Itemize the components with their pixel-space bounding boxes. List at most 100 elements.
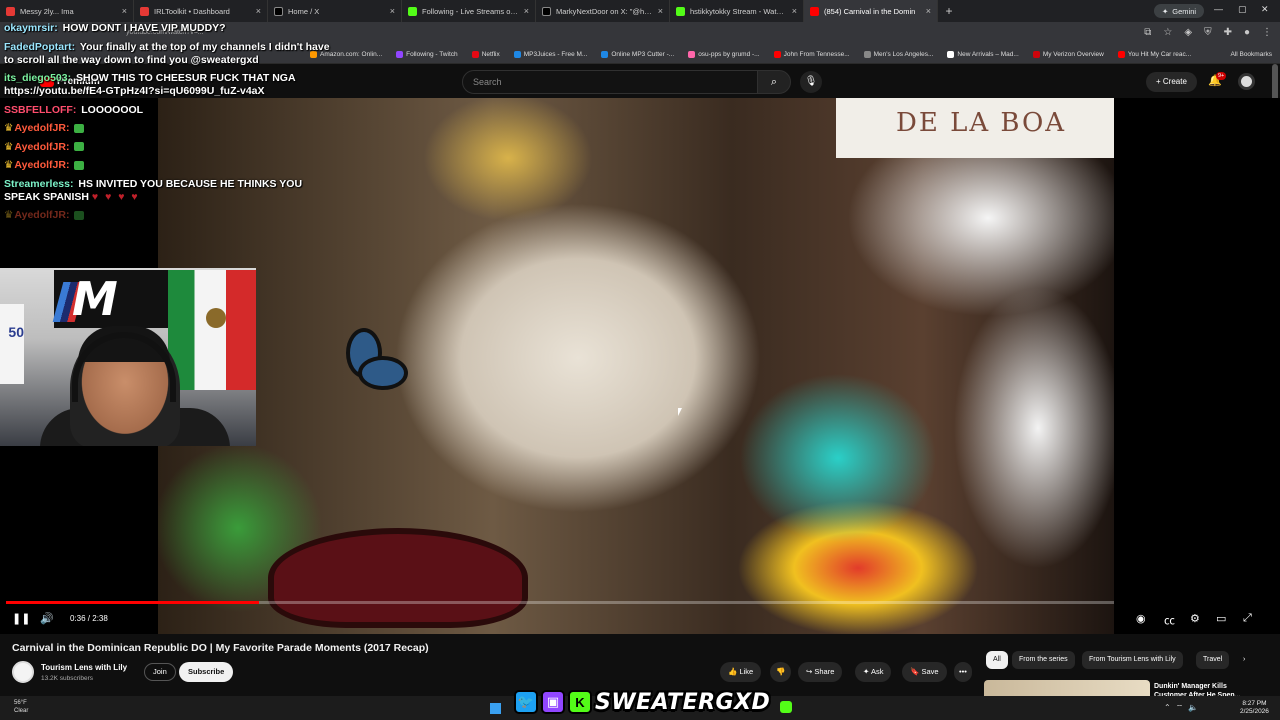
bookmark-label: My Verizon Overview [1042,51,1104,58]
chip-all[interactable]: All [986,651,1008,669]
taskbar-clock[interactable]: 8:27 PM 2/25/2026 [1240,700,1269,716]
bookmark-star-icon[interactable]: ☆ [1163,27,1172,38]
chat-message: its_diego503: SHOW THIS TO CHEESUR FUCK … [4,72,334,98]
avatar[interactable] [1238,73,1255,90]
chevron-right-icon[interactable]: › [1236,651,1252,669]
speaker-icon[interactable]: 🔈 [1188,703,1203,712]
bookmark-label: You Hit My Car reac... [1127,51,1192,58]
bookmark-label: Men's Los Angeles... [873,51,934,58]
browser-tab[interactable]: hstikkytokky Stream - Watch Li × [670,0,804,22]
chat-username: AyedolfJR: [14,209,70,221]
browser-tab[interactable]: IRLToolkit • Dashboard × [134,0,268,22]
channel-avatar[interactable] [12,661,34,683]
close-icon[interactable]: × [122,6,127,16]
browser-tab[interactable]: Home / X × [268,0,402,22]
bookmark-item[interactable]: My Verizon Overview [1032,51,1104,58]
chat-username: Streamerless: [4,177,74,190]
minimize-icon[interactable]: — [1214,4,1223,14]
search-input[interactable]: Search [462,70,762,94]
eagle-emblem-icon [206,308,226,328]
twitter-icon: 🐦 [514,690,538,714]
chat-username: AyedolfJR: [14,140,70,153]
crown-icon: ♛ [4,209,14,221]
window-close-icon[interactable]: ✕ [1261,4,1269,15]
wifi-icon[interactable]: ⌔ [1176,703,1189,712]
like-label: Like [739,667,754,676]
kick-logo-icon [408,6,417,16]
extension-icon[interactable]: ◈ [1184,27,1192,38]
dislike-button[interactable]: 👎 [770,662,792,682]
bookmark-icon: 🔖 [910,667,922,676]
join-button[interactable]: Join [144,663,176,681]
subscribe-button[interactable]: Subscribe [179,662,234,682]
bookmark-item[interactable]: osu-pps by grumd -... [688,51,760,58]
gemini-button[interactable]: ✦ Gemini [1154,4,1205,18]
fullscreen-icon[interactable]: ⤢ [1243,612,1252,625]
close-icon[interactable]: × [926,6,931,16]
bookmark-item[interactable]: Netflix [471,51,500,58]
new-tab-button[interactable]: + [938,4,960,18]
thumbs-down-icon: 👎 [776,667,786,676]
microphone-icon[interactable]: 🎙 [800,71,822,93]
captions-icon[interactable]: ㏄ [1164,612,1175,628]
crown-icon: ♛ [4,122,14,134]
maximize-icon[interactable]: ▢ [1238,4,1247,15]
bookmark-item[interactable]: Online MP3 Cutter -... [601,51,674,58]
kick-app-icon[interactable] [780,701,792,713]
share-button[interactable]: ↪ Share [798,662,843,682]
sparkle-icon: ✦ [863,667,871,676]
autoplay-toggle-icon[interactable]: ◉ [1136,612,1146,625]
theater-mode-icon[interactable]: ▭ [1216,612,1226,625]
webcam-overlay: 50 M [0,268,256,446]
shield-icon[interactable]: ⛨ [1204,27,1212,38]
profile-icon[interactable]: ● [1244,27,1250,38]
cast-icon[interactable]: ⧉ [1144,27,1151,38]
save-button[interactable]: 🔖 Save [902,662,947,682]
close-icon[interactable]: × [658,6,663,16]
search-icon[interactable]: ⌕ [757,70,791,94]
emote-icon [74,123,85,133]
weather-widget[interactable]: 56°F Clear [14,699,28,715]
close-icon[interactable]: × [792,6,797,16]
like-button[interactable]: 👍 Like [720,662,762,682]
bookmark-item[interactable]: You Hit My Car reac... [1117,51,1192,58]
bookmark-favicon-icon [773,51,781,58]
gear-icon[interactable]: ⚙ [1190,612,1200,625]
browser-tab-active[interactable]: (854) Carnival in the Domin × [804,0,938,22]
chevron-up-icon[interactable]: ⌃ [1164,703,1176,712]
channel-name[interactable]: Tourism Lens with Lily [41,663,127,672]
bookmark-item[interactable]: Men's Los Angeles... [863,51,934,58]
browser-tab[interactable]: Messy 2ly... Ima × [0,0,134,22]
close-icon[interactable]: × [256,6,261,16]
close-icon[interactable]: × [524,6,529,16]
mexico-flag [168,270,256,390]
bookmark-item[interactable]: New Arrivals – Mad... [947,51,1019,58]
close-icon[interactable]: × [390,6,395,16]
system-tray: ⌃⌔🔈 [1164,703,1203,713]
volume-icon[interactable]: 🔊 [40,612,54,625]
bookmark-item[interactable]: MP3Juices - Free M... [513,51,587,58]
m-logo: M [72,272,118,326]
ask-button[interactable]: ✦ Ask [855,662,892,682]
bookmark-item[interactable]: John From Tennesse... [773,51,850,58]
current-time: 0:36 [70,614,86,623]
create-button[interactable]: + Create [1146,72,1197,92]
bookmark-label: New Arrivals – Mad... [957,51,1019,58]
kick-logo-icon [676,6,685,16]
pause-icon[interactable]: ❚❚ [12,612,30,625]
chip-from-series[interactable]: From the series [1012,651,1075,669]
more-options-button[interactable]: ••• [954,662,972,682]
chip-from-channel[interactable]: From Tourism Lens with Lily [1082,651,1183,669]
bookmark-item[interactable]: Following - Twitch [396,51,458,58]
emote-icon [74,160,85,170]
chip-travel[interactable]: Travel [1196,651,1230,669]
browser-tab[interactable]: Following - Live Streams on Ki × [402,0,536,22]
menu-icon[interactable]: ⋮ [1262,27,1272,38]
jersey: 50 [0,304,24,384]
thumbs-up-icon: 👍 [728,667,740,676]
windows-start-icon[interactable] [490,703,501,714]
browser-tab[interactable]: MarkyNextDoor on X: "@hion × [536,0,670,22]
puzzle-icon[interactable]: ✚ [1224,27,1232,38]
total-time: 2:38 [92,614,108,623]
all-bookmarks-button[interactable]: All Bookmarks [1230,51,1272,58]
